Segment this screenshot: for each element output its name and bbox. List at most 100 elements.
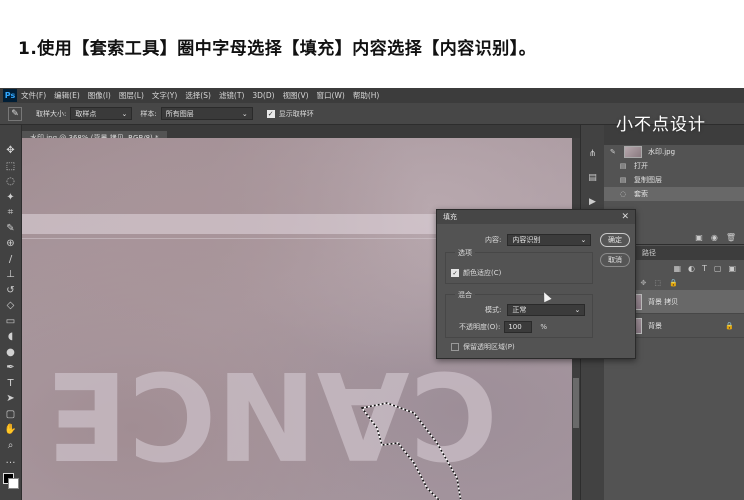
menu-edit[interactable]: 编辑(E) — [54, 90, 80, 101]
dialog-title: 填充 — [443, 213, 457, 221]
history-item[interactable]: ▤ 打开 — [604, 159, 744, 173]
sample-label: 样本: — [140, 109, 157, 118]
content-value: 内容识别 — [512, 236, 541, 244]
path-select-tool-icon[interactable]: ➤ — [4, 391, 18, 407]
opacity-unit: % — [540, 323, 547, 331]
menu-filter[interactable]: 滤镜(T) — [219, 90, 244, 101]
lock-all-icon[interactable]: 🔒 — [669, 279, 678, 287]
preserve-label: 保留透明区域(P) — [463, 343, 515, 351]
lasso-icon: ◌ — [619, 190, 627, 198]
blend-title: 混合 — [455, 290, 475, 300]
gradient-tool-icon[interactable]: ▭ — [4, 314, 18, 330]
content-row: 内容: 内容识别 ⌄ — [485, 234, 592, 246]
brush-tool-icon[interactable]: / — [4, 252, 18, 268]
mode-row: 模式: 正常 ⌄ — [485, 304, 586, 316]
menu-file[interactable]: 文件(F) — [21, 90, 46, 101]
preserve-row[interactable]: 保留透明区域(P) — [451, 342, 515, 352]
actions-icon[interactable]: ▤ — [586, 171, 600, 185]
sample-value: 所有图层 — [165, 109, 194, 118]
menu-view[interactable]: 视图(V) — [283, 90, 309, 101]
trash-icon[interactable]: 🗑 — [726, 233, 736, 242]
close-icon[interactable]: ✕ — [621, 212, 629, 222]
chevron-down-icon: ⌄ — [580, 236, 587, 244]
tab-paths[interactable]: 路径 — [634, 248, 664, 258]
chevron-down-icon: ⌄ — [241, 109, 248, 118]
shape-tool-icon[interactable]: ▢ — [4, 407, 18, 423]
background-color[interactable] — [7, 477, 19, 489]
menu-help[interactable]: 帮助(H) — [353, 90, 380, 101]
cancel-button[interactable]: 取消 — [600, 253, 630, 267]
photoshop-logo: Ps — [3, 89, 17, 102]
move-tool-icon[interactable]: ✥ — [4, 143, 18, 159]
history-item[interactable]: ▤ 复制图层 — [604, 173, 744, 187]
type-tool-icon[interactable]: T — [4, 376, 18, 392]
document-icon: ▤ — [619, 162, 627, 170]
history-item-label: 打开 — [634, 162, 648, 170]
sample-size-select[interactable]: 取样点 ⌄ — [70, 107, 133, 120]
lock-icon: 🔒 — [725, 321, 734, 330]
eyedropper-icon[interactable]: ✎ — [8, 106, 22, 121]
mode-value: 正常 — [512, 306, 527, 314]
type-filter-icon[interactable]: T — [702, 264, 707, 273]
eraser-tool-icon[interactable]: ◇ — [4, 298, 18, 314]
pen-tool-icon[interactable]: ✒ — [4, 360, 18, 376]
healing-brush-tool-icon[interactable]: ⊕ — [4, 236, 18, 252]
instruction-title: 1.使用【套索工具】圈中字母选择【填充】内容选择【内容识别】。 — [18, 39, 537, 59]
history-item-selected[interactable]: ◌ 套索 — [604, 187, 744, 201]
color-adapt-row[interactable]: ✓ 颜色适应(C) — [451, 268, 501, 278]
menu-window[interactable]: 窗口(W) — [317, 90, 345, 101]
brush-presets-icon[interactable]: ⋔ — [586, 147, 600, 161]
snapshot-thumbnail — [624, 146, 642, 158]
history-snapshot[interactable]: ✎ 水印.jpg — [604, 145, 744, 159]
lasso-tool-icon[interactable]: ◌ — [4, 174, 18, 190]
content-select[interactable]: 内容识别 ⌄ — [507, 234, 592, 246]
chevron-down-icon: ⌄ — [121, 109, 128, 118]
color-adapt-checkbox[interactable]: ✓ — [451, 269, 459, 277]
color-swatches[interactable] — [2, 472, 19, 489]
menu-3d[interactable]: 3D(D) — [252, 91, 274, 100]
scrollbar-thumb[interactable] — [573, 378, 579, 428]
zoom-tool-icon[interactable]: ⌕ — [4, 438, 18, 454]
opacity-input[interactable]: 100 — [504, 321, 533, 333]
show-ring-checkbox[interactable]: ✓ — [266, 109, 275, 118]
adjust-filter-icon[interactable]: ◐ — [688, 264, 695, 273]
camera-icon[interactable]: ◉ — [711, 233, 718, 242]
watermark-letters: CANCE — [46, 344, 498, 500]
play-icon[interactable]: ▶ — [586, 195, 600, 209]
menu-select[interactable]: 选择(S) — [185, 90, 211, 101]
menu-layer[interactable]: 图层(L) — [119, 90, 144, 101]
shape-filter-icon[interactable]: ▢ — [714, 264, 722, 273]
mode-label: 模式: — [485, 306, 502, 314]
chevron-down-icon: ⌄ — [574, 306, 581, 314]
menu-image[interactable]: 图像(I) — [88, 90, 111, 101]
ok-button[interactable]: 确定 — [600, 233, 630, 247]
hand-tool-icon[interactable]: ✋ — [4, 422, 18, 438]
content-label: 内容: — [485, 236, 502, 244]
lock-artboard-icon[interactable]: ⬚ — [654, 279, 661, 287]
eyedropper-tool-icon[interactable]: ✎ — [4, 221, 18, 237]
preserve-transparency-checkbox[interactable] — [451, 343, 459, 351]
blur-tool-icon[interactable]: ◖ — [4, 329, 18, 345]
history-brush-tool-icon[interactable]: ↺ — [4, 283, 18, 299]
sample-size-value: 取样点 — [75, 109, 97, 118]
image-filter-icon[interactable]: ▦ — [673, 264, 681, 273]
dodge-tool-icon[interactable]: ● — [4, 345, 18, 361]
tools-panel: ✥ ⬚ ◌ ✦ ⌗ ✎ ⊕ / ⊥ ↺ ◇ ▭ ◖ ● ✒ T ➤ ▢ ✋ ⌕ … — [0, 125, 22, 500]
edit-toolbar-icon[interactable]: … — [4, 453, 18, 469]
menu-type[interactable]: 文字(Y) — [152, 90, 177, 101]
mode-select[interactable]: 正常 ⌄ — [507, 304, 586, 316]
smart-filter-icon[interactable]: ▣ — [728, 264, 736, 273]
stamp-tool-icon[interactable]: ⊥ — [4, 267, 18, 283]
layer-name: 背景 拷贝 — [648, 297, 679, 306]
quick-select-tool-icon[interactable]: ✦ — [4, 190, 18, 206]
marquee-tool-icon[interactable]: ⬚ — [4, 159, 18, 175]
opacity-label: 不透明度(O): — [459, 323, 501, 331]
options-title: 选项 — [455, 248, 475, 258]
new-document-icon[interactable]: ▣ — [695, 233, 703, 242]
crop-tool-icon[interactable]: ⌗ — [4, 205, 18, 221]
lock-move-icon[interactable]: ✥ — [641, 279, 647, 287]
dialog-titlebar: 填充 ✕ — [437, 210, 635, 224]
fill-dialog: 填充 ✕ 内容: 内容识别 ⌄ 确定 取消 选项 ✓ 颜色适应(C) 混合 模式… — [436, 209, 636, 359]
sample-select[interactable]: 所有图层 ⌄ — [160, 107, 253, 120]
document-icon: ▤ — [619, 176, 627, 184]
